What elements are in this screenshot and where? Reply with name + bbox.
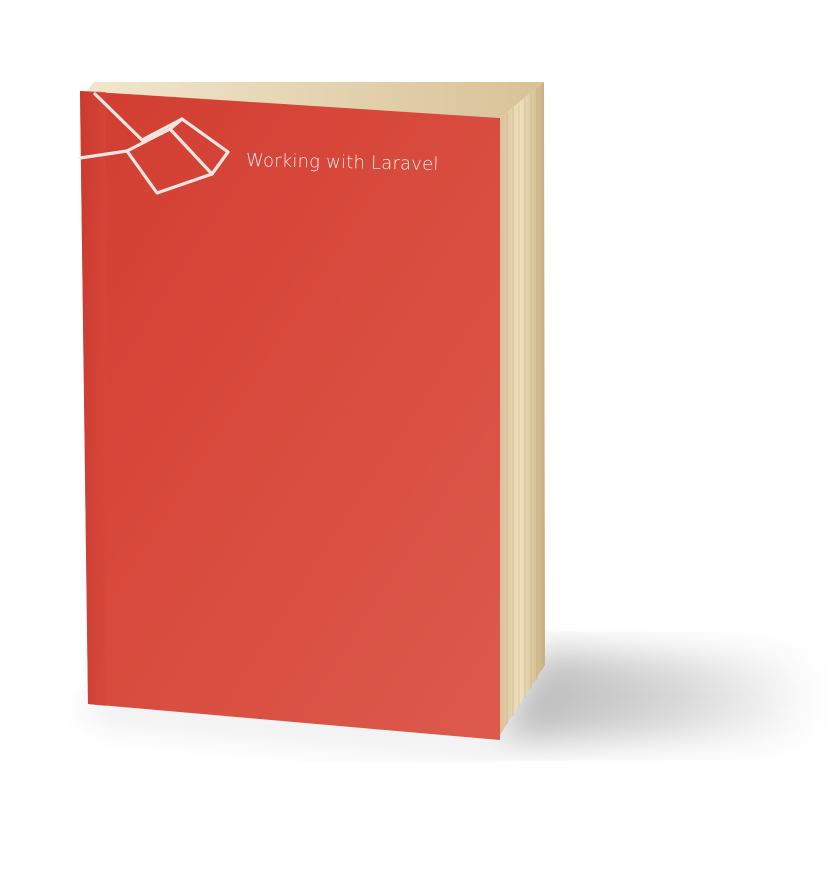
book-photo: Working with Laravel: [0, 0, 840, 890]
book-cover: [80, 91, 500, 740]
book-spine-hinge: [80, 91, 106, 706]
book: [78, 82, 545, 740]
